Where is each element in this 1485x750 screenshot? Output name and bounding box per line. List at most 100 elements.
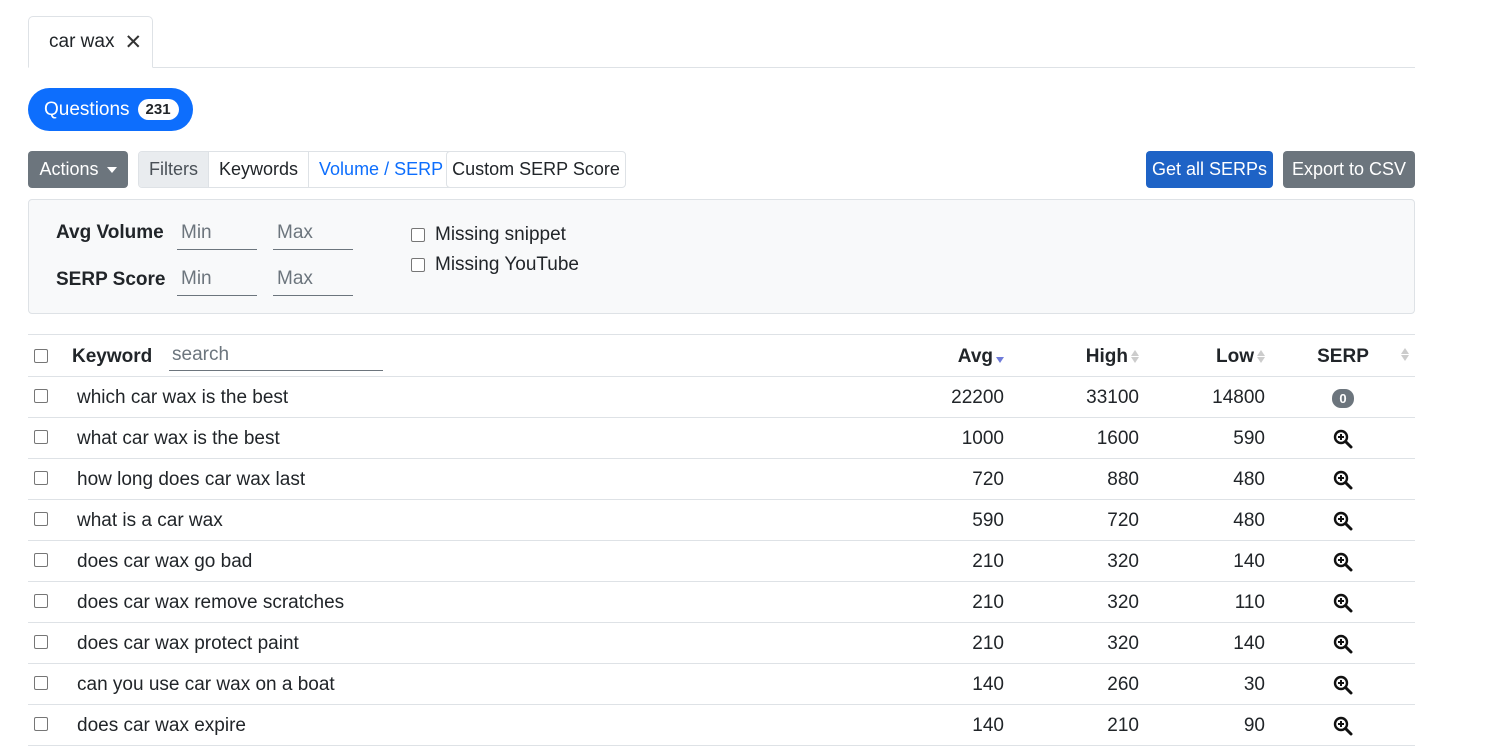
table-header: Keyword search Avg High Low SERP (28, 335, 1415, 377)
serp-cell (1328, 428, 1358, 455)
select-all-checkbox[interactable] (34, 349, 48, 363)
row-checkbox[interactable] (34, 471, 48, 485)
avg-cell: 590 (972, 510, 1004, 531)
high-cell: 320 (1107, 633, 1139, 654)
high-cell: 880 (1107, 469, 1139, 490)
row-checkbox[interactable] (34, 389, 48, 403)
row-checkbox[interactable] (34, 553, 48, 567)
avg-volume-min-input[interactable]: Min (177, 216, 257, 250)
low-cell: 30 (1243, 674, 1265, 695)
row-checkbox[interactable] (34, 676, 48, 690)
avg-cell: 210 (972, 633, 1004, 654)
serp-count-badge[interactable]: 0 (1332, 389, 1354, 408)
low-header[interactable]: Low (1165, 346, 1265, 368)
avg-header-label: Avg (957, 346, 993, 367)
zoom-in-icon[interactable] (1333, 429, 1353, 455)
high-cell: 260 (1107, 674, 1139, 695)
missing-snippet-option[interactable]: Missing snippet (411, 224, 566, 246)
table-row: which car wax is the best 22200 33100 14800… (28, 377, 1415, 418)
row-checkbox[interactable] (34, 635, 48, 649)
sort-desc-icon (996, 350, 1004, 364)
low-cell: 480 (1233, 469, 1265, 490)
missing-youtube-label: Missing YouTube (435, 254, 580, 275)
low-cell: 590 (1233, 428, 1265, 449)
high-header[interactable]: High (1039, 346, 1139, 368)
serp-score-max-input[interactable]: Max (273, 262, 353, 296)
avg-cell: 140 (972, 715, 1004, 736)
tab-car-wax[interactable]: car wax ✕ (28, 16, 153, 68)
keyword-search-input[interactable]: search (169, 339, 383, 371)
row-checkbox[interactable] (34, 512, 48, 526)
row-checkbox[interactable] (34, 594, 48, 608)
table-row: what is a car wax 590 720 480 (28, 500, 1415, 541)
zoom-in-icon[interactable] (1333, 716, 1353, 742)
get-all-serps-button[interactable]: Get all SERPs (1146, 151, 1273, 188)
serp-score-min-input[interactable]: Min (177, 262, 257, 296)
avg-cell: 210 (972, 551, 1004, 572)
serp-cell (1328, 592, 1358, 619)
table-row: does car wax expire 140 210 90 (28, 705, 1415, 746)
high-cell: 210 (1107, 715, 1139, 736)
table-row: does car wax protect paint 210 320 140 (28, 623, 1415, 664)
serp-cell (1328, 551, 1358, 578)
caret-down-icon (106, 166, 117, 173)
low-cell: 140 (1233, 551, 1265, 572)
actions-label: Actions (39, 159, 99, 179)
zoom-in-icon[interactable] (1333, 470, 1353, 496)
tab-filters[interactable]: Filters (139, 152, 209, 187)
high-cell: 1600 (1096, 428, 1139, 449)
table-row: how long does car wax last 720 880 480 (28, 459, 1415, 500)
low-header-label: Low (1216, 346, 1254, 367)
high-cell: 320 (1107, 592, 1139, 613)
questions-label: Questions (44, 98, 130, 120)
serp-cell (1328, 674, 1358, 701)
serp-cell (1328, 715, 1358, 742)
low-cell: 110 (1234, 592, 1265, 613)
sort-icon (1257, 350, 1265, 364)
keywords-table: Keyword search Avg High Low SERP which c… (28, 334, 1415, 746)
keyword-cell: does car wax remove scratches (77, 592, 345, 613)
view-tabs: Filters Keywords Volume / SERP (138, 151, 455, 188)
missing-youtube-checkbox[interactable] (411, 258, 425, 272)
missing-youtube-option[interactable]: Missing YouTube (411, 254, 579, 276)
zoom-in-icon[interactable] (1333, 634, 1353, 660)
close-icon[interactable]: ✕ (124, 32, 142, 53)
export-csv-button[interactable]: Export to CSV (1283, 151, 1415, 188)
zoom-in-icon[interactable] (1333, 675, 1353, 701)
actions-dropdown-button[interactable]: Actions (28, 151, 128, 188)
avg-header[interactable]: Avg (904, 346, 1004, 368)
avg-cell: 720 (972, 469, 1004, 490)
keyword-cell: can you use car wax on a boat (77, 674, 335, 695)
row-checkbox[interactable] (34, 430, 48, 444)
filters-panel: Avg Volume Min Max SERP Score Min Max Mi… (28, 199, 1415, 314)
serp-score-label: SERP Score (56, 269, 166, 290)
keyword-cell: does car wax protect paint (77, 633, 299, 654)
row-checkbox[interactable] (34, 717, 48, 731)
high-cell: 33100 (1086, 387, 1139, 408)
serp-cell (1328, 510, 1358, 537)
keyword-cell: does car wax expire (77, 715, 246, 736)
avg-cell: 1000 (961, 428, 1004, 449)
missing-snippet-label: Missing snippet (435, 224, 566, 245)
keyword-cell: what car wax is the best (77, 428, 280, 449)
missing-snippet-checkbox[interactable] (411, 228, 425, 242)
low-cell: 14800 (1212, 387, 1265, 408)
serp-header[interactable]: SERP (1308, 346, 1378, 368)
questions-pill[interactable]: Questions 231 (28, 88, 193, 131)
keyword-cell: how long does car wax last (77, 469, 306, 490)
low-cell: 140 (1233, 633, 1265, 654)
tab-keywords[interactable]: Keywords (209, 152, 310, 187)
serp-cell (1328, 633, 1358, 660)
custom-serp-score-button[interactable]: Custom SERP Score (446, 151, 626, 188)
tab-volume-serp[interactable]: Volume / SERP (309, 152, 453, 187)
zoom-in-icon[interactable] (1333, 593, 1353, 619)
avg-volume-max-input[interactable]: Max (273, 216, 353, 250)
table-row: does car wax remove scratches 210 320 110 (28, 582, 1415, 623)
low-cell: 480 (1233, 510, 1265, 531)
zoom-in-icon[interactable] (1333, 552, 1353, 578)
keyword-header: Keyword (72, 346, 153, 367)
sort-icon (1131, 350, 1139, 364)
serp-cell: 0 (1328, 387, 1358, 409)
zoom-in-icon[interactable] (1333, 511, 1353, 537)
low-cell: 90 (1243, 715, 1265, 736)
